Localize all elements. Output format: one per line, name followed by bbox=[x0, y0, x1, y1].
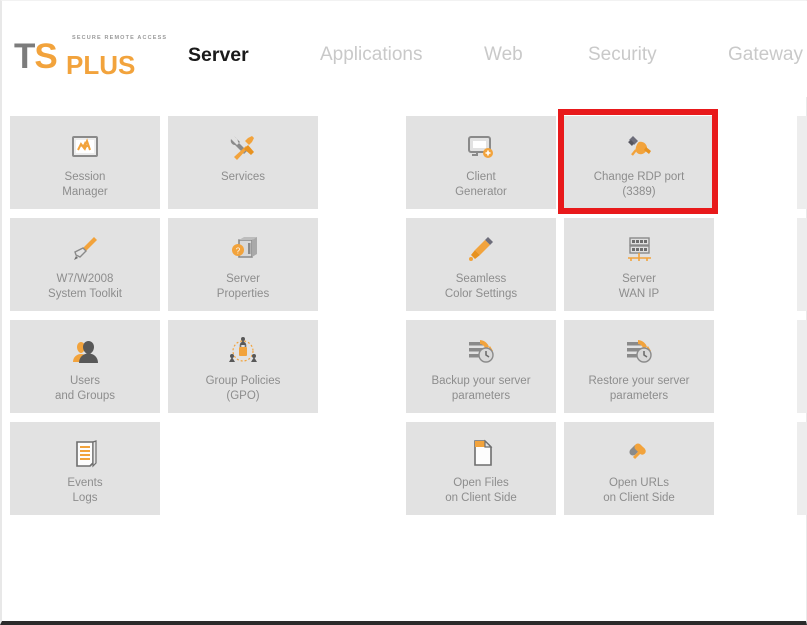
tile-label: Backup your server parameters bbox=[431, 375, 531, 402]
tile-label: Session Manager bbox=[62, 171, 108, 198]
tile-label: Change RDP port (3389) bbox=[593, 171, 685, 198]
tile-server-wan-ip[interactable]: Server WAN IP bbox=[564, 218, 714, 311]
tile-services[interactable]: Services bbox=[168, 116, 318, 209]
app-header: SECURE REMOTE ACCESS TS PLUS Server Appli… bbox=[2, 1, 807, 97]
tile-label: Client Generator bbox=[455, 171, 507, 198]
tile-change-rdp-port-3389[interactable]: Change RDP port (3389) bbox=[564, 116, 714, 209]
tile-label: Group Policies (GPO) bbox=[205, 375, 281, 402]
nav-tab-security[interactable]: Security bbox=[588, 41, 657, 69]
logo-letter-t: T bbox=[14, 37, 35, 76]
tile-users-and-groups[interactable]: Users and Groups bbox=[10, 320, 160, 413]
logo-ts-text: TS bbox=[14, 37, 58, 76]
tile-label: Seamless Color Settings bbox=[444, 273, 518, 300]
tile-seamless-color-settings[interactable]: Seamless Color Settings bbox=[406, 218, 556, 311]
tile-partial-offscreen[interactable] bbox=[797, 422, 807, 515]
nav-tab-gateway[interactable]: Gateway bbox=[728, 41, 803, 69]
screwdriver-icon bbox=[10, 228, 160, 270]
tile-label: Open Files on Client Side bbox=[445, 477, 517, 504]
tile-label: Events Logs bbox=[67, 477, 103, 504]
tile-label: Users and Groups bbox=[54, 375, 116, 402]
color-picker-icon bbox=[406, 228, 556, 270]
session-manager-icon bbox=[10, 126, 160, 168]
tile-group-policies-gpo[interactable]: Group Policies (GPO) bbox=[168, 320, 318, 413]
tile-label: Open URLs on Client Side bbox=[603, 477, 675, 504]
tile-session-manager[interactable]: Session Manager bbox=[10, 116, 160, 209]
open-urls-icon bbox=[564, 432, 714, 474]
tile-backup-your-server-parameters[interactable]: Backup your server parameters bbox=[406, 320, 556, 413]
tile-partial-offscreen[interactable] bbox=[797, 320, 807, 413]
tile-open-urls-on-client-side[interactable]: Open URLs on Client Side bbox=[564, 422, 714, 515]
svg-text:?: ? bbox=[236, 247, 241, 256]
tile-partial-offscreen[interactable] bbox=[797, 218, 807, 311]
nav-tab-applications[interactable]: Applications bbox=[320, 41, 422, 69]
logo-tagline: SECURE REMOTE ACCESS bbox=[72, 35, 168, 42]
backup-icon bbox=[406, 330, 556, 372]
users-groups-icon bbox=[10, 330, 160, 372]
tile-label: Server Properties bbox=[216, 273, 270, 300]
services-icon bbox=[168, 126, 318, 168]
nav-tab-server[interactable]: Server bbox=[188, 41, 249, 69]
tile-events-logs[interactable]: Events Logs bbox=[10, 422, 160, 515]
events-logs-icon bbox=[10, 432, 160, 474]
logo-plus-text: PLUS bbox=[66, 50, 136, 80]
tile-server-properties[interactable]: ? Server Properties bbox=[168, 218, 318, 311]
tile-partial-offscreen[interactable] bbox=[797, 116, 807, 209]
server-properties-icon: ? bbox=[168, 228, 318, 270]
tsplus-logo: SECURE REMOTE ACCESS TS PLUS bbox=[14, 35, 166, 79]
client-generator-icon bbox=[406, 126, 556, 168]
logo-letter-s: S bbox=[34, 37, 57, 76]
tile-w7-w2008-system-toolkit[interactable]: W7/W2008 System Toolkit bbox=[10, 218, 160, 311]
tile-grid: Session Manager Services Client Generator C… bbox=[2, 97, 807, 527]
tsplus-admin-window: SECURE REMOTE ACCESS TS PLUS Server Appli… bbox=[0, 0, 807, 625]
group-policies-icon bbox=[168, 330, 318, 372]
tile-restore-your-server-parameters[interactable]: Restore your server parameters bbox=[564, 320, 714, 413]
tile-label: Server WAN IP bbox=[618, 273, 660, 300]
rdp-port-icon bbox=[564, 126, 714, 168]
tile-label: W7/W2008 System Toolkit bbox=[48, 273, 122, 300]
tile-label: Restore your server parameters bbox=[588, 375, 690, 402]
server-rack-icon bbox=[564, 228, 714, 270]
open-files-icon bbox=[406, 432, 556, 474]
nav-tab-web[interactable]: Web bbox=[484, 41, 523, 69]
tile-client-generator[interactable]: Client Generator bbox=[406, 116, 556, 209]
tile-label: Services bbox=[220, 171, 266, 183]
restore-icon bbox=[564, 330, 714, 372]
tile-open-files-on-client-side[interactable]: Open Files on Client Side bbox=[406, 422, 556, 515]
